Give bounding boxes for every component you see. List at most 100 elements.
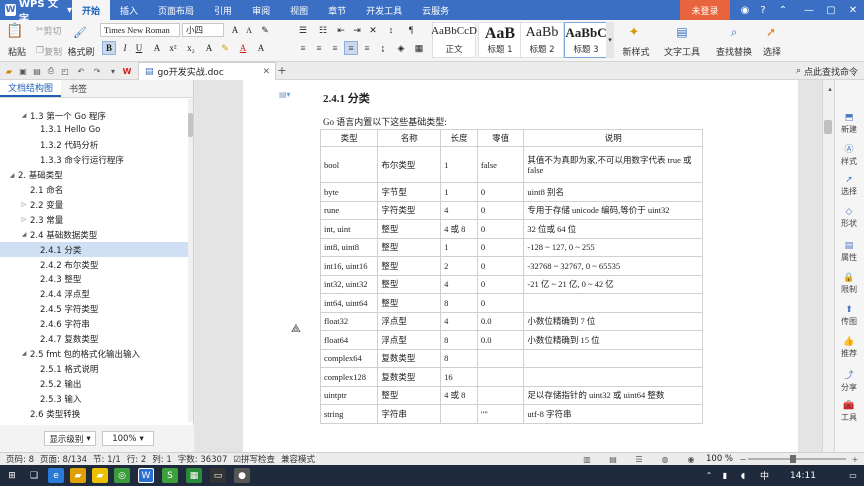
nav-item[interactable]: ◢ 1.3 第一个 Go 程序: [0, 108, 188, 123]
zoom-slider-handle[interactable]: [790, 455, 796, 463]
grow-font-icon[interactable]: A: [228, 23, 242, 37]
tab-view[interactable]: 视图: [280, 0, 318, 20]
strikethrough-button[interactable]: A: [150, 41, 164, 55]
wps-w-icon[interactable]: W: [122, 66, 132, 76]
side-share-button[interactable]: ⤴ 分享: [834, 366, 864, 394]
login-button[interactable]: 未登录: [680, 0, 730, 20]
status-words[interactable]: 字数: 36307: [178, 453, 228, 465]
side-new-button[interactable]: ⬒ 新建: [834, 110, 864, 138]
side-styles-button[interactable]: Ⓐ 样式: [834, 140, 864, 168]
paragraph-layout-icon[interactable]: ▤▾: [279, 90, 293, 100]
paste-icon[interactable]: 📋: [4, 22, 26, 40]
shading-icon[interactable]: ◈: [394, 41, 408, 55]
close-tab-icon[interactable]: ✕: [262, 67, 270, 77]
distributed-icon[interactable]: ≡: [360, 41, 374, 55]
style-heading-2[interactable]: AaBb 标题 2: [520, 22, 564, 58]
nav-item[interactable]: 1.3.1 Hello Go: [0, 123, 188, 138]
nav-item[interactable]: 2.4.1 分类: [0, 242, 188, 258]
find-replace-button[interactable]: 查找替换: [712, 44, 756, 58]
side-restrict-button[interactable]: 🔒 限制: [834, 270, 864, 298]
style-heading-1[interactable]: AaB 标题 1: [478, 22, 522, 58]
view-page-icon[interactable]: ▤: [608, 454, 618, 464]
font-size-select[interactable]: 小四: [182, 23, 224, 37]
side-properties-button[interactable]: ▤ 属性: [834, 238, 864, 266]
nav-item[interactable]: ◢ 2.5 fmt 包的格式化输出输入: [0, 346, 188, 361]
copy-button[interactable]: ❐ 复制: [36, 44, 62, 58]
collapse-triangle-icon[interactable]: ◢: [20, 231, 28, 238]
view-reading-icon[interactable]: ▥: [582, 454, 592, 464]
nav-item[interactable]: 2.4.4 浮点型: [0, 287, 188, 302]
line-spacing-icon[interactable]: ↨: [376, 41, 390, 55]
italic-button[interactable]: I: [118, 41, 132, 55]
nav-item[interactable]: 2.4.2 布尔类型: [0, 257, 188, 272]
tab-document-map[interactable]: 文档结构图: [0, 80, 62, 97]
align-right-icon[interactable]: ≡: [328, 41, 342, 55]
nav-item[interactable]: ◢ 2.4 基础数据类型: [0, 227, 188, 242]
nav-scrollbar[interactable]: [188, 99, 193, 422]
undo-icon[interactable]: ↶: [76, 66, 86, 76]
spreadsheet-icon[interactable]: ▦: [186, 468, 202, 483]
expand-triangle-icon[interactable]: ▷: [20, 216, 28, 223]
minimize-icon[interactable]: —: [798, 0, 820, 20]
highlight-icon[interactable]: ✎: [218, 41, 232, 55]
new-style-button[interactable]: 新样式: [616, 44, 656, 58]
align-left-icon[interactable]: ≡: [296, 41, 310, 55]
nav-item[interactable]: 1.3.2 代码分析: [0, 138, 188, 153]
tab-bookmarks[interactable]: 书签: [61, 80, 95, 97]
new-tab-icon[interactable]: +: [277, 64, 287, 77]
chinese-layout-icon[interactable]: ✕: [366, 23, 380, 37]
tab-review[interactable]: 审阅: [242, 0, 280, 20]
nav-item[interactable]: 2.4.6 字符串: [0, 317, 188, 332]
nav-item[interactable]: 2.1 命名: [0, 183, 188, 198]
zoom-in-icon[interactable]: +: [850, 454, 860, 464]
select-button[interactable]: 选择: [758, 44, 786, 58]
folder-icon[interactable]: ▰: [92, 468, 108, 483]
system-tray-icon[interactable]: ⌃: [704, 470, 714, 480]
collapse-triangle-icon[interactable]: ◢: [20, 112, 28, 119]
nav-item[interactable]: 2.5.3 输入: [0, 391, 188, 406]
superscript-button[interactable]: x²: [166, 41, 180, 55]
print-icon[interactable]: ⎙: [46, 66, 56, 76]
app-menu-button[interactable]: W WPS 文字 ▾: [0, 0, 72, 25]
side-select-button[interactable]: ➚ 选择: [834, 172, 864, 200]
maximize-icon[interactable]: ▢: [820, 0, 842, 20]
side-upload-image-button[interactable]: ⬆ 传图: [834, 302, 864, 330]
subscript-button[interactable]: x₂: [184, 41, 198, 55]
input-method[interactable]: 中: [760, 465, 769, 486]
nav-item[interactable]: 2.4.3 整型: [0, 272, 188, 287]
nav-zoom-select[interactable]: 100% ▾: [102, 431, 154, 446]
help-icon[interactable]: ?: [752, 0, 774, 20]
nav-item[interactable]: 2.5.2 输出: [0, 376, 188, 391]
search-icon[interactable]: ⌕: [722, 24, 746, 40]
nav-item[interactable]: ▷ 2.2 变量: [0, 197, 188, 212]
level-select[interactable]: 显示级别 ▾: [44, 431, 96, 446]
decrease-indent-icon[interactable]: ⇤: [334, 23, 348, 37]
nav-item[interactable]: 1.3.3 命令行运行程序: [0, 153, 188, 168]
style-heading-3[interactable]: AaBbC 标题 3: [564, 22, 608, 58]
nav-scroll-thumb[interactable]: [188, 113, 193, 137]
redo-icon[interactable]: ↷: [92, 66, 102, 76]
recorder-icon[interactable]: ●: [234, 468, 250, 483]
nav-item[interactable]: ▷ 2.3 常量: [0, 212, 188, 227]
paste-button[interactable]: 粘贴: [2, 44, 32, 58]
close-icon[interactable]: ✕: [842, 0, 864, 20]
view-outline-icon[interactable]: ☰: [634, 454, 644, 464]
nav-item[interactable]: 2.5.1 格式说明: [0, 361, 188, 376]
print-preview-icon[interactable]: ◰: [60, 66, 70, 76]
tab-cloud[interactable]: 云服务: [412, 0, 459, 20]
volume-icon[interactable]: ◖: [738, 470, 748, 480]
tab-chapter[interactable]: 章节: [318, 0, 356, 20]
document-scrollbar[interactable]: [822, 80, 834, 452]
phonetic-icon[interactable]: A: [202, 41, 216, 55]
tab-references[interactable]: 引用: [204, 0, 242, 20]
collapse-triangle-icon[interactable]: ◢: [20, 350, 28, 357]
collapse-triangle-icon[interactable]: ◢: [8, 172, 16, 179]
browser-icon[interactable]: e: [48, 468, 64, 483]
save-icon[interactable]: ▣: [18, 66, 28, 76]
terminal-icon[interactable]: ▭: [210, 468, 226, 483]
view-eye-icon[interactable]: ◉: [686, 454, 696, 464]
nav-item[interactable]: 2.4.5 字符类型: [0, 302, 188, 317]
font-name-select[interactable]: Times New Roman: [100, 23, 180, 37]
side-shape-button[interactable]: ◇ 形状: [834, 204, 864, 232]
justify-icon[interactable]: ≡: [344, 41, 358, 55]
